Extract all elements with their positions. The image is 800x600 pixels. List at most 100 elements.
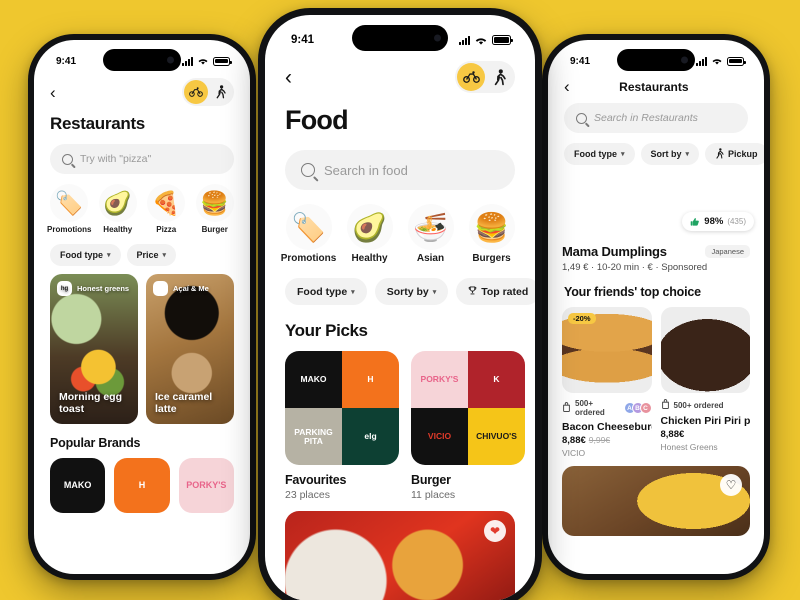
category-pizza[interactable]: 🍕 Pizza (143, 184, 190, 234)
brand-tile[interactable]: PORKY'S (178, 458, 234, 514)
walking-person-icon[interactable] (485, 63, 513, 91)
featured-food-card[interactable]: ❤ (285, 511, 515, 600)
search-input[interactable]: Search in Restaurants (564, 103, 748, 133)
category-label: Pizza (156, 225, 177, 234)
walking-person-icon (715, 147, 724, 161)
walking-person-icon[interactable] (208, 80, 232, 104)
cellular-signal-icon (182, 56, 193, 66)
chevron-down-icon: ▾ (351, 288, 355, 296)
pick-logo-tile: PORKY'S (411, 351, 468, 408)
brand-logo-icon: hg (57, 281, 72, 296)
brand-logo-icon (153, 281, 168, 296)
chip-sort-by[interactable]: Sort by ▾ (640, 143, 700, 165)
search-placeholder: Try with "pizza" (80, 153, 152, 165)
status-indicators (459, 35, 513, 46)
category-healthy[interactable]: 🥑 Healthy (340, 204, 399, 264)
heart-icon[interactable]: ♡ (720, 474, 742, 496)
dish-card[interactable]: 500+ ordered Chicken Piri Piri plat 8,88€ H… (660, 307, 750, 458)
friend-avatars: ABC (623, 402, 652, 414)
brand-tag: hg Honest greens (57, 281, 129, 296)
pick-logo-tile: H (342, 351, 399, 408)
cuisine-tag: Japanese (705, 245, 750, 258)
pick-logo-grid: MAKO H PARKING PITA elg (285, 351, 399, 465)
featured-restaurant-image[interactable]: 98% (435) (548, 173, 764, 237)
brand-tile[interactable]: MAKO (50, 458, 106, 514)
dish-brand: VICIO (562, 448, 586, 458)
chevron-left-icon[interactable]: ‹ (50, 84, 56, 101)
dish-old-price: 9,99€ (588, 435, 611, 445)
asian-icon: 🍜 (407, 204, 454, 250)
chip-food-type[interactable]: Food type ▾ (50, 244, 121, 266)
promo-card[interactable]: Açaí & Me Ice caramel latte (146, 274, 234, 424)
category-asian[interactable]: 🍜 Asian (401, 204, 460, 264)
brand-tile-label: PORKY'S (186, 479, 227, 490)
wifi-icon (198, 59, 208, 65)
cellular-signal-icon (696, 56, 707, 66)
category-label: Burger (201, 225, 228, 234)
delivery-mode-toggle[interactable] (182, 78, 234, 106)
chevron-left-icon[interactable]: ‹ (285, 67, 292, 88)
bicycle-icon[interactable] (457, 63, 485, 91)
chip-food-type[interactable]: Food type ▾ (564, 143, 635, 165)
brand-tag: Açaí & Me (153, 281, 209, 296)
bottom-promo-card[interactable]: ♡ (562, 466, 750, 536)
delivery-mode-toggle[interactable] (455, 61, 515, 93)
bicycle-icon[interactable] (184, 80, 208, 104)
phone-right-screen: 9:41 ‹ Restaurants Search in Restaurants… (548, 40, 764, 574)
category-label: Burgers (472, 253, 511, 264)
status-bar-right: 9:41 (548, 40, 764, 74)
category-burgers[interactable]: 🍔 Burgers (462, 204, 521, 264)
brand-tile[interactable]: H (114, 458, 170, 514)
category-promotions[interactable]: 🏷️ Promotions (46, 184, 93, 234)
pick-card[interactable]: PORKY'S K VICIO CHIVUO'S Burger 11 places (411, 351, 525, 501)
category-burger[interactable]: 🍔 Burger (192, 184, 239, 234)
brand-tile-label: H (138, 479, 146, 490)
trophy-icon (468, 286, 477, 298)
category-label: Healthy (103, 225, 133, 234)
phone-left: 9:41 ‹ Restaurants Try with "pizza" 🏷️ P… (28, 34, 256, 580)
pick-card[interactable]: MAKO H PARKING PITA elg Favourites 23 places (285, 351, 399, 501)
search-placeholder: Search in Restaurants (594, 112, 698, 124)
chevron-down-icon: ▾ (107, 252, 111, 259)
chip-top-rated[interactable]: Top rated (456, 278, 535, 305)
phone-left-screen: 9:41 ‹ Restaurants Try with "pizza" 🏷️ P… (34, 40, 250, 574)
thumbs-up-icon (691, 217, 700, 226)
chevron-down-icon: ▾ (621, 151, 625, 158)
chip-sorty-by[interactable]: Sorty by ▾ (374, 278, 449, 305)
chevron-down-icon: ▾ (685, 151, 690, 158)
chip-label: Pickup (728, 149, 758, 159)
chip-label: Price (136, 250, 159, 260)
phone-center-screen: 9:41 ‹ Food Search in food 🏷️ Promotions… (265, 15, 535, 600)
phone-right: 9:41 ‹ Restaurants Search in Restaurants… (542, 34, 770, 580)
rating-value: 98% (704, 216, 724, 227)
category-healthy[interactable]: 🥑 Healthy (95, 184, 142, 234)
promo-cards-left: hg Honest greens Morning egg toast Açaí & M… (34, 266, 250, 424)
search-icon (62, 153, 73, 165)
pick-logo-tile: elg (342, 408, 399, 465)
search-icon (576, 112, 587, 124)
search-input[interactable]: Search in food (285, 150, 515, 190)
promo-card[interactable]: hg Honest greens Morning egg toast (50, 274, 138, 424)
category-label: Healthy (351, 253, 388, 264)
search-input[interactable]: Try with "pizza" (50, 144, 234, 174)
heart-icon[interactable]: ❤ (484, 520, 506, 542)
your-picks-title: Your Picks (285, 321, 368, 340)
chip-price[interactable]: Price ▾ (126, 244, 177, 266)
dish-image (660, 307, 750, 393)
healthy-icon: 🥑 (98, 184, 137, 222)
ordered-count: 500+ ordered (661, 399, 724, 411)
pick-logo-tile: CHIVUO'S (468, 408, 525, 465)
pick-count: 11 places (411, 489, 456, 501)
pick-logo-tile: MAKO (285, 351, 342, 408)
chip-food-type[interactable]: Food type ▾ (285, 278, 367, 305)
picks-row: MAKO H PARKING PITA elg Favourites 23 places P… (265, 341, 535, 501)
chip-pickup[interactable]: Pickup (705, 143, 764, 165)
chip-label: Food type (297, 285, 348, 298)
category-promotions[interactable]: 🏷️ Promotions (279, 204, 338, 264)
promotions-icon: 🏷️ (50, 184, 89, 222)
chip-label: Food type (60, 250, 103, 260)
category-label: Promotions (280, 253, 337, 264)
rating-count: (435) (727, 217, 746, 226)
wifi-icon (712, 59, 722, 65)
dish-card[interactable]: -20% 500+ orderedABC Bacon Cheeseburger 8,8… (562, 307, 652, 458)
